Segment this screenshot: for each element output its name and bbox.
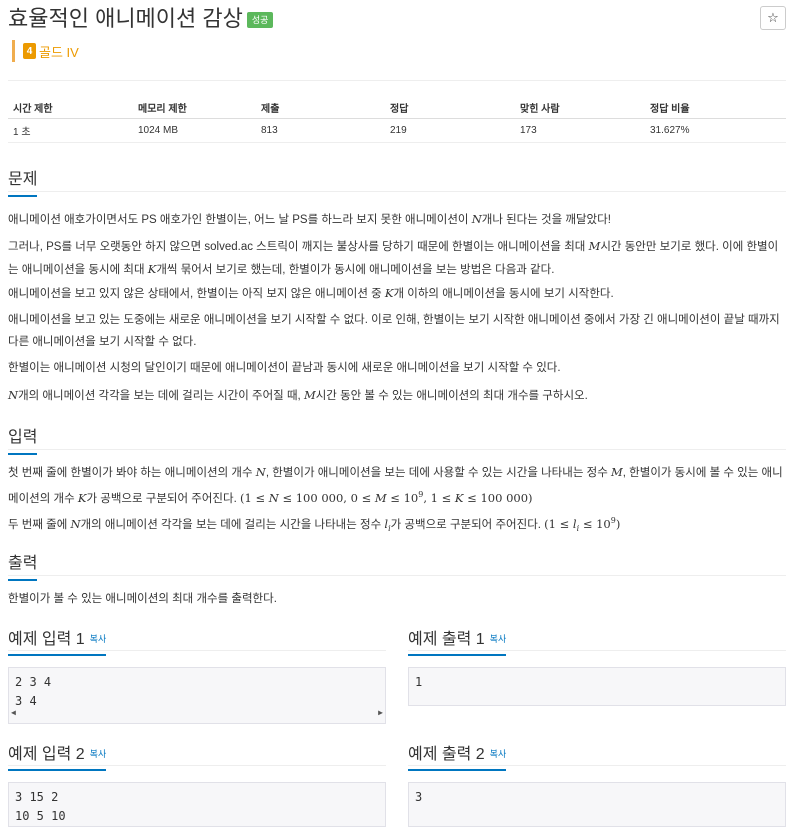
- math-var: N: [255, 465, 266, 479]
- example-title-text: 예제 입력 1: [8, 631, 85, 648]
- text: 애니메이션을 보고 있지 않은 상태에서, 한별이는 아직 보지 않은 애니메이…: [8, 288, 385, 300]
- stats-value-row: 1 초 1024 MB 813 219 173 31.627%: [8, 118, 786, 143]
- section-title-input: 입력: [8, 423, 38, 455]
- example-divider: [8, 765, 386, 766]
- math-var: M: [303, 388, 316, 402]
- text: 첫 번째 줄에 한별이가 봐야 하는 애니메이션의 개수: [8, 467, 256, 479]
- text: 개 이하의 애니메이션을 동시에 보기 시작한다.: [393, 288, 614, 300]
- statement-paragraph-5: 한별이는 애니메이션 시청의 달인이기 때문에 애니메이션이 끝남과 동시에 새…: [8, 362, 561, 374]
- result-badge[interactable]: 성공: [246, 12, 274, 28]
- statement-paragraph-1: 애니메이션 애호가이면서도 PS 애호가인 한별이는, 어느 날 PS를 하느라…: [8, 208, 786, 231]
- stats-submissions[interactable]: 813: [256, 118, 385, 143]
- math-var: K: [454, 490, 464, 505]
- scroll-right-icon[interactable]: ▶: [378, 703, 383, 722]
- text: 애니메이션 애호가이면서도 PS 애호가인 한별이는, 어느 날 PS를 하느라…: [8, 214, 472, 226]
- stats-header-submissions: 제출: [256, 98, 385, 119]
- math-var: M: [610, 465, 623, 479]
- stats-header-solvers: 맞힌 사람: [515, 98, 645, 119]
- example-input-1-title: 예제 입력 1 복사: [8, 625, 107, 656]
- section-title-problem: 문제: [8, 165, 38, 197]
- text: 개씩 묶어서 보기로 했는데, 한별이가 동시에 애니메이션을 보는 방법은 다…: [156, 264, 555, 276]
- example-input-2-box[interactable]: 3 15 2 10 5 10: [8, 782, 386, 827]
- math-text: ): [615, 516, 621, 531]
- example-divider: [8, 650, 386, 651]
- example-divider: [408, 765, 786, 766]
- example-input-2-title: 예제 입력 2 복사: [8, 740, 107, 771]
- math-text: ≤ 10: [386, 490, 419, 505]
- problem-title: 효율적인 애니메이션 감상 성공: [8, 6, 274, 32]
- stats-header-accepted: 정답: [385, 98, 515, 119]
- example-output-2-title: 예제 출력 2 복사: [408, 740, 507, 771]
- statement-paragraph-3: 애니메이션을 보고 있지 않은 상태에서, 한별이는 아직 보지 않은 애니메이…: [8, 282, 786, 305]
- math-text: , 1 ≤: [423, 490, 455, 505]
- stats-header-time-limit: 시간 제한: [8, 98, 133, 119]
- statement-paragraph-2: 그러나, PS를 너무 오랫동안 하지 않으면 solved.ac 스트릭이 깨…: [8, 235, 786, 281]
- math-text: (1 ≤: [544, 516, 573, 531]
- example-title-text: 예제 출력 2: [408, 746, 485, 763]
- stats-solvers[interactable]: 173: [515, 118, 645, 143]
- statement-paragraph-6: N개의 애니메이션 각각을 보는 데에 걸리는 시간이 주어질 때, M시간 동…: [8, 384, 786, 407]
- stats-memory-limit: 1024 MB: [133, 118, 256, 143]
- stats-ratio: 31.627%: [645, 118, 786, 143]
- header-divider: [8, 80, 786, 81]
- stats-header-ratio: 정답 비율: [645, 98, 786, 119]
- section-divider-input: [8, 449, 786, 450]
- example-input-1-box[interactable]: 2 3 4 3 4 ◀ ▶: [8, 667, 386, 724]
- section-title-output: 출력: [8, 549, 38, 581]
- copy-button[interactable]: 복사: [490, 634, 507, 644]
- horizontal-scrollbar[interactable]: ◀ ▶: [9, 708, 385, 723]
- text: 개나 된다는 것을 깨달았다!: [481, 214, 611, 226]
- math-text: (1 ≤: [239, 490, 269, 505]
- section-divider-output: [8, 575, 786, 576]
- math-var: N: [471, 212, 482, 226]
- tier-indicator[interactable]: 4 골드 IV: [12, 40, 79, 62]
- tier-label: 골드 IV: [39, 44, 79, 60]
- example-title-text: 예제 입력 2: [8, 746, 85, 763]
- example-output-2-box[interactable]: 3: [408, 782, 786, 827]
- math-var: K: [384, 286, 394, 300]
- text: 시간 동안 볼 수 있는 애니메이션의 최대 개수를 구하시오.: [315, 390, 588, 402]
- example-output-1-text: 1: [415, 675, 423, 689]
- example-output-1-box[interactable]: 1: [408, 667, 786, 706]
- text: 두 번째 줄에: [8, 518, 71, 531]
- stats-header-memory-limit: 메모리 제한: [133, 98, 256, 119]
- problem-title-text: 효율적인 애니메이션 감상: [8, 6, 243, 31]
- math-var: N: [70, 516, 81, 531]
- output-description: 한별이가 볼 수 있는 애니메이션의 최대 개수를 출력한다.: [8, 593, 277, 605]
- math-var: N: [8, 388, 19, 402]
- math-text: ≤ 100 000): [463, 490, 533, 505]
- problem-stats-table: 시간 제한 메모리 제한 제출 정답 맞힌 사람 정답 비율 1 초 1024 …: [8, 98, 786, 143]
- copy-button[interactable]: 복사: [90, 749, 107, 759]
- example-output-2-text: 3: [415, 790, 423, 804]
- math-text: ≤ 100 000, 0 ≤: [278, 490, 375, 505]
- text: 개의 애니메이션 각각을 보는 데에 걸리는 시간이 주어질 때,: [18, 390, 304, 402]
- scroll-left-icon[interactable]: ◀: [11, 703, 16, 722]
- math-var: M: [374, 490, 387, 505]
- problem-header: 효율적인 애니메이션 감상 성공 ☆ 4 골드 IV: [8, 6, 792, 66]
- tier-badge-icon: 4: [23, 43, 36, 59]
- copy-button[interactable]: 복사: [490, 749, 507, 759]
- section-divider-problem: [8, 191, 786, 192]
- statement-paragraph-4: 애니메이션을 보고 있는 도중에는 새로운 애니메이션을 보기 시작할 수 없다…: [8, 314, 780, 348]
- example-title-text: 예제 출력 1: [408, 631, 485, 648]
- math-text: ≤ 10: [579, 516, 611, 531]
- text: , 한별이가 애니메이션을 보는 데에 사용할 수 있는 시간을 나타내는 정수: [265, 467, 611, 479]
- stats-accepted: 219: [385, 118, 515, 143]
- example-output-1-title: 예제 출력 1 복사: [408, 625, 507, 656]
- text: 개의 애니메이션 각각을 보는 데에 걸리는 시간을 나타내는 정수: [80, 518, 385, 531]
- text: 그러나, PS를 너무 오랫동안 하지 않으면 solved.ac 스트릭이 깨…: [8, 241, 589, 253]
- favorite-star-icon[interactable]: ☆: [760, 6, 786, 30]
- copy-button[interactable]: 복사: [90, 634, 107, 644]
- math-var: N: [268, 490, 279, 505]
- example-input-1-text: 2 3 4 3 4: [15, 675, 52, 708]
- text: 가 공백으로 구분되어 주어진다.: [86, 492, 240, 505]
- stats-time-limit: 1 초: [8, 118, 133, 143]
- math-var: M: [588, 239, 601, 253]
- input-description-2: 두 번째 줄에 N개의 애니메이션 각각을 보는 데에 걸리는 시간을 나타내는…: [8, 510, 786, 540]
- example-divider: [408, 650, 786, 651]
- stats-header-row: 시간 제한 메모리 제한 제출 정답 맞힌 사람 정답 비율: [8, 98, 786, 119]
- text: 가 공백으로 구분되어 주어진다.: [390, 518, 545, 531]
- example-input-2-text: 3 15 2 10 5 10: [15, 790, 66, 823]
- input-description-1: 첫 번째 줄에 한별이가 봐야 하는 애니메이션의 개수 N, 한별이가 애니메…: [8, 461, 786, 510]
